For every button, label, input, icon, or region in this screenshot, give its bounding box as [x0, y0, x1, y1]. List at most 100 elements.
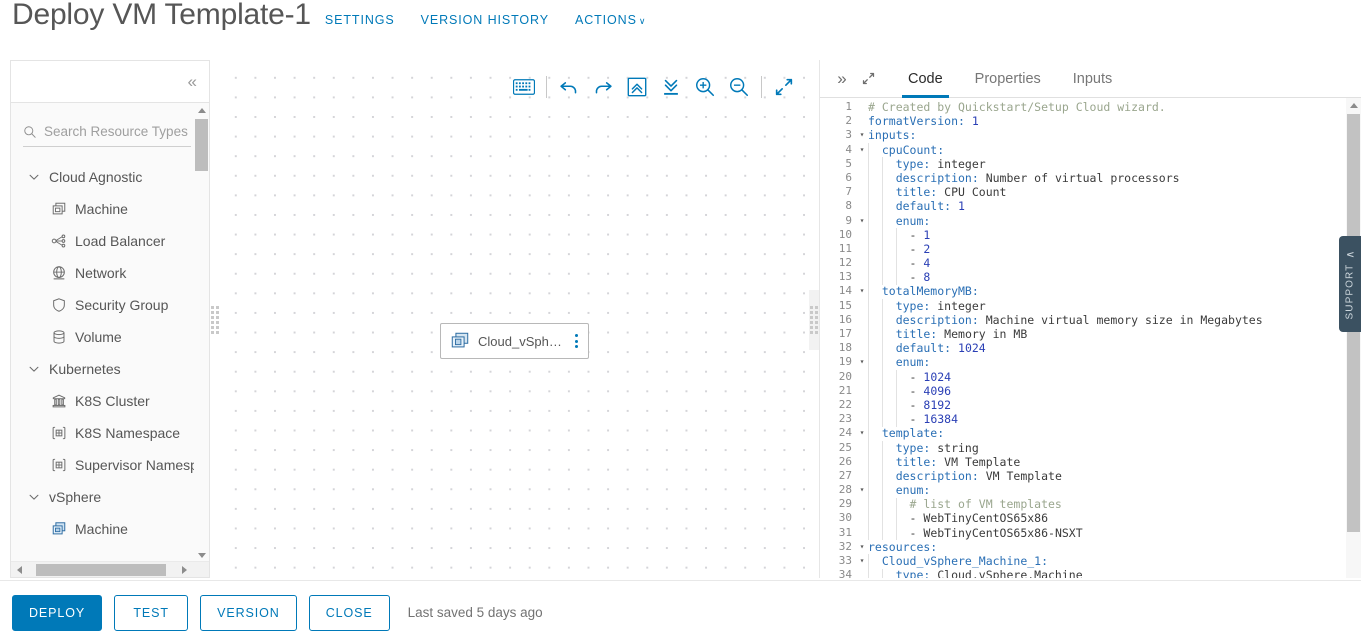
indent-guide: [881, 156, 883, 285]
scroll-left-icon[interactable]: [11, 562, 27, 577]
palette-header: «: [11, 61, 209, 103]
fold-toggle-icon[interactable]: ▾: [856, 214, 868, 228]
code-line: 13 - 8: [820, 270, 1361, 284]
code-line: 26 title: VM Template: [820, 455, 1361, 469]
line-number: 24: [838, 426, 852, 440]
indent-guide: [895, 497, 897, 541]
tree-group-kubernetes[interactable]: Kubernetes: [11, 353, 209, 385]
editor-content[interactable]: 1 # Created by Quickstart/Setup Cloud wiz…: [820, 98, 1361, 578]
header-link-version-history[interactable]: VERSION HISTORY: [421, 13, 549, 27]
code-text: enum:: [868, 483, 931, 498]
line-number: 19: [838, 355, 852, 369]
last-saved-status: Last saved 5 days ago: [407, 605, 543, 620]
canvas-node-cloud-vsphere-machine[interactable]: Cloud_vSpher…: [440, 323, 589, 359]
palette-hscroll-thumb[interactable]: [36, 564, 166, 576]
code-line: 10 - 1: [820, 228, 1361, 242]
palette-vertical-scrollbar[interactable]: [194, 103, 209, 562]
tree-item-network[interactable]: Network: [11, 257, 209, 289]
expand-all-button[interactable]: [654, 70, 688, 104]
version-button[interactable]: VERSION: [200, 594, 297, 631]
indent-guide: [881, 568, 883, 578]
scroll-right-icon[interactable]: [176, 562, 192, 577]
collapse-palette-icon[interactable]: «: [184, 71, 201, 92]
tab-code[interactable]: Code: [892, 60, 959, 98]
fit-to-screen-button[interactable]: [767, 70, 801, 104]
close-button[interactable]: CLOSE: [308, 594, 390, 631]
palette-resize-handle[interactable]: [210, 290, 220, 350]
header-link-settings[interactable]: SETTINGS: [325, 13, 395, 27]
tree-item-volume[interactable]: Volume: [11, 321, 209, 353]
fold-toggle-icon[interactable]: ▾: [856, 483, 868, 497]
line-number: 11: [838, 241, 852, 255]
fold-toggle-icon[interactable]: ▾: [856, 426, 868, 440]
line-number: 26: [838, 454, 852, 468]
scroll-up-icon[interactable]: [194, 103, 209, 117]
palette-vscroll-thumb[interactable]: [195, 119, 208, 171]
fold-toggle-icon[interactable]: ▾: [856, 355, 868, 369]
tree-group-label: vSphere: [49, 489, 102, 505]
editor-scroll-up-icon[interactable]: [1346, 98, 1361, 112]
palette-horizontal-scrollbar[interactable]: [11, 561, 209, 577]
button-label: CLOSE: [325, 605, 373, 620]
tree-item-machine[interactable]: Machine: [11, 513, 209, 545]
test-button[interactable]: TEST: [114, 594, 189, 631]
fold-toggle-icon[interactable]: ▾: [856, 554, 868, 568]
scroll-down-icon[interactable]: [194, 548, 209, 562]
tree-item-machine[interactable]: Machine: [11, 193, 209, 225]
code-text: Cloud_vSphere_Machine_1:: [868, 554, 1049, 568]
tree-group-cloud-agnostic[interactable]: Cloud Agnostic: [11, 161, 209, 193]
code-text: - 2: [909, 241, 931, 256]
support-tab[interactable]: SUPPORT ∧: [1339, 236, 1361, 332]
expand-pane-icon[interactable]: »: [830, 67, 854, 91]
maximize-icon[interactable]: [856, 67, 880, 91]
zoom-out-button[interactable]: [722, 70, 756, 104]
kebab-menu-icon[interactable]: [566, 334, 582, 348]
tree-group-vsphere[interactable]: vSphere: [11, 481, 209, 513]
tree-item-k8s-cluster[interactable]: K8S Cluster: [11, 385, 209, 417]
code-text: description: Machine virtual memory size…: [868, 312, 1263, 327]
design-canvas[interactable]: Cloud_vSpher…: [220, 60, 809, 578]
code-line: 24 ▾ template:: [820, 426, 1361, 440]
line-number: 8: [845, 199, 852, 213]
keyboard-shortcuts-button[interactable]: [507, 70, 541, 104]
yaml-editor[interactable]: 1 # Created by Quickstart/Setup Cloud wiz…: [820, 98, 1361, 578]
line-number: 25: [838, 440, 852, 454]
page-footer: DEPLOY TEST VERSION CLOSE Last saved 5 days…: [0, 580, 1361, 644]
fold-toggle-icon: [856, 171, 868, 185]
code-line: 12 - 4: [820, 256, 1361, 270]
code-line: 33 ▾ Cloud_vSphere_Machine_1:: [820, 554, 1361, 568]
tab-inputs[interactable]: Inputs: [1057, 60, 1129, 98]
search-input[interactable]: [44, 124, 191, 139]
header-link-actions[interactable]: ACTIONS ∨: [575, 13, 646, 27]
canvas-resize-handle[interactable]: [809, 290, 819, 350]
redo-button[interactable]: [586, 70, 620, 104]
collapse-all-button[interactable]: [620, 70, 654, 104]
fold-toggle-icon[interactable]: ▾: [856, 284, 868, 298]
tree-item-supervisor-namesp[interactable]: Supervisor Namesp: [11, 449, 209, 481]
tree-item-security-group[interactable]: Security Group: [11, 289, 209, 321]
undo-button[interactable]: [552, 70, 586, 104]
line-number: 16: [838, 312, 852, 326]
code-line: 34 type: Cloud.vSphere.Machine: [820, 568, 1361, 578]
editor-vertical-scrollbar[interactable]: [1346, 98, 1361, 578]
tree-item-load-balancer[interactable]: Load Balancer: [11, 225, 209, 257]
fold-toggle-icon: [856, 270, 868, 284]
code-line: 6 description: Number of virtual process…: [820, 171, 1361, 185]
volume-icon: [51, 329, 67, 345]
code-text: title: Memory in MB: [868, 327, 1028, 341]
fold-toggle-icon[interactable]: ▾: [856, 128, 868, 142]
code-text: - 8: [909, 270, 931, 285]
code-text: description: Number of virtual processor…: [868, 170, 1180, 185]
code-line: 23 - 16384: [820, 412, 1361, 426]
fold-toggle-icon[interactable]: ▾: [856, 540, 868, 554]
zoom-in-button[interactable]: [688, 70, 722, 104]
tree-item-k8s-namespace[interactable]: K8S Namespace: [11, 417, 209, 449]
fold-toggle-icon[interactable]: ▾: [856, 143, 868, 157]
fold-toggle-icon: [856, 511, 868, 525]
code-line: 8 default: 1: [820, 199, 1361, 213]
tab-properties[interactable]: Properties: [959, 60, 1057, 98]
line-number: 14: [838, 284, 852, 298]
header-links: SETTINGS VERSION HISTORY ACTIONS ∨: [325, 13, 646, 27]
code-line: 11 - 2: [820, 242, 1361, 256]
deploy-button[interactable]: DEPLOY: [12, 594, 103, 631]
